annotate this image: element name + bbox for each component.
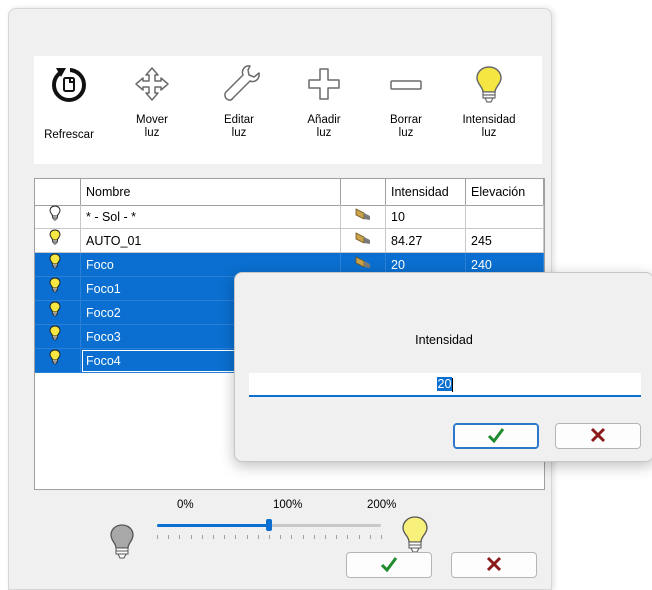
elevation-cell[interactable] [466,205,544,229]
refresh-label: Refrescar [44,129,94,141]
slider-tick [257,535,259,539]
light-status-cell [35,301,81,325]
header-icon-column [35,179,81,205]
intensity-cell[interactable]: 84.27 [386,229,466,253]
header-direction-column [341,179,386,205]
slider-tick [336,535,338,539]
slider-tick [347,535,349,539]
slider-tick [291,535,293,539]
move-light-label: Mover luz [136,114,168,139]
elevation-cell[interactable]: 245 [466,229,544,253]
x-icon [590,427,606,446]
x-icon [486,556,502,575]
slider-tick [157,535,158,539]
light-status-cell [35,253,81,277]
check-icon [487,427,505,446]
slider-tick [369,535,371,539]
slider-tick [190,535,192,539]
refresh-icon [47,62,91,110]
slider-tick [358,535,360,539]
light-status-cell [35,277,81,301]
slider-tick [168,535,170,539]
slider-max-label: 200% [367,499,397,511]
bulb-on-icon [49,253,61,272]
add-light-button[interactable]: Añadir luz [287,62,361,154]
header-name[interactable]: Nombre [81,179,341,205]
light-direction-icon [355,208,371,224]
delete-light-button[interactable]: Borrar luz [369,62,443,154]
slider-tick [313,535,315,539]
light-status-cell [35,349,81,373]
slider-tick [280,535,282,539]
slider-tick [325,535,326,539]
move-light-button[interactable]: Mover luz [115,62,189,154]
toolbar: Refrescar Mover luz Editar luz Añadir lu… [34,56,542,164]
slider-tick [201,535,203,539]
move-icon [132,62,172,110]
bulb-on-icon [49,277,61,296]
bulb-on-icon [49,229,61,248]
intensity-light-label: Intensidad luz [462,114,516,139]
table-row[interactable]: AUTO_01 84.27 245 [35,229,544,253]
slider-mid-label: 100% [273,499,303,511]
bulb-off-icon [49,205,61,224]
bulb-on-icon [49,349,61,368]
slider-tick [269,535,270,539]
intensity-dialog: Intensidad 20 [234,272,652,462]
name-cell[interactable]: * - Sol - * [81,205,341,229]
refresh-button[interactable]: Refrescar [32,62,106,154]
bulb-on-icon [49,325,61,344]
slider-tick [213,535,214,539]
slider-tick [224,535,226,539]
bulb-on-icon [49,301,61,320]
slider-tick [235,535,237,539]
slider-thumb[interactable] [266,519,272,531]
main-ok-button[interactable] [346,552,432,578]
plus-icon [304,62,344,110]
direction-cell [341,229,386,253]
intensity-input[interactable]: 20 [249,373,641,397]
light-direction-icon [355,256,371,272]
slider-min-label: 0% [177,499,194,511]
wrench-icon [217,62,261,110]
minus-icon [386,62,426,110]
check-icon [380,556,398,575]
slider-tick [302,535,304,539]
intensity-slider-area: 0% 100% 200% [109,499,429,559]
intensity-light-button[interactable]: Intensidad luz [452,62,526,154]
dialog-ok-button[interactable] [453,423,539,449]
slider-ticks [157,535,382,539]
header-intensity[interactable]: Intensidad [386,179,466,205]
edit-light-label: Editar luz [223,114,255,139]
light-status-cell [35,205,81,229]
slider-tick [179,535,181,539]
main-cancel-button[interactable] [451,552,537,578]
intensity-cell[interactable]: 10 [386,205,466,229]
text-caret [452,377,454,392]
light-status-cell [35,325,81,349]
slider-tick [246,535,248,539]
direction-cell [341,205,386,229]
table-row[interactable]: * - Sol - * 10 [35,205,544,229]
slider-tick [381,535,382,539]
intensity-input-value: 20 [436,377,453,391]
bulb-icon [469,62,509,110]
light-direction-icon [355,232,371,248]
dialog-cancel-button[interactable] [555,423,641,449]
table-header: Nombre Intensidad Elevación [35,179,544,206]
light-status-cell [35,229,81,253]
header-elevation[interactable]: Elevación [466,179,544,205]
name-cell[interactable]: AUTO_01 [81,229,341,253]
delete-light-label: Borrar luz [390,114,422,139]
dialog-intensity-label: Intensidad [415,333,473,347]
slider-fill [157,524,269,527]
add-light-label: Añadir luz [307,114,341,139]
bulb-off-large-icon [109,523,135,564]
edit-light-button[interactable]: Editar luz [202,62,276,154]
